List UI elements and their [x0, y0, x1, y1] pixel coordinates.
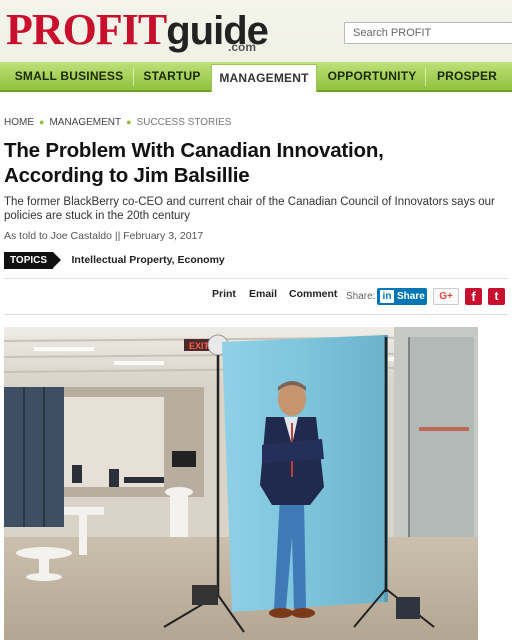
logo-dotcom: .com	[228, 40, 257, 54]
breadcrumb: HOME ● MANAGEMENT ● SUCCESS STORIES	[4, 117, 231, 128]
topics-label: TOPICS	[4, 252, 62, 269]
profitguide-logo[interactable]: PROFITguide .com	[6, 2, 269, 58]
site-header: PROFITguide .com Search PROFIT SMALL BUS…	[0, 0, 512, 92]
linkedin-share-label: Share	[397, 291, 425, 302]
linkedin-share-button[interactable]: in Share	[377, 288, 427, 305]
google-plus-button[interactable]: G+	[433, 288, 459, 305]
topics-links[interactable]: Intellectual Property, Economy	[72, 252, 225, 269]
comment-link[interactable]: Comment	[289, 288, 337, 306]
article-dek: The former BlackBerry co-CEO and current…	[4, 196, 495, 222]
article-title-line: According to Jim Balsillie	[4, 164, 250, 187]
nav-prosper[interactable]: PROSPER	[432, 62, 502, 90]
breadcrumb-success-stories[interactable]: SUCCESS STORIES	[137, 117, 232, 128]
divider	[4, 278, 508, 279]
linkedin-icon: in	[380, 290, 394, 303]
twitter-icon[interactable]: t	[488, 288, 505, 305]
nav-divider	[425, 68, 426, 86]
email-link[interactable]: Email	[249, 288, 277, 306]
nav-opportunity[interactable]: OPPORTUNITY	[325, 62, 419, 90]
breadcrumb-management[interactable]: MANAGEMENT	[49, 117, 121, 128]
article-title-line: The Problem With Canadian Innovation,	[4, 139, 384, 162]
nav-small-business[interactable]: SMALL BUSINESS	[10, 62, 128, 90]
logo-profit: PROFIT	[6, 5, 167, 54]
search-input[interactable]: Search PROFIT	[344, 22, 512, 44]
hero-photo: EXIT	[4, 327, 478, 640]
nav-startup[interactable]: STARTUP	[138, 62, 206, 90]
breadcrumb-home[interactable]: HOME	[4, 117, 34, 128]
facebook-icon[interactable]: f	[465, 288, 482, 305]
breadcrumb-separator: ●	[126, 117, 132, 127]
hero-photo-illustration: EXIT	[4, 327, 478, 640]
article-byline: As told to Joe Castaldo || February 3, 2…	[4, 230, 204, 242]
topics-row: TOPICS Intellectual Property, Economy	[4, 252, 225, 269]
main-nav: SMALL BUSINESS STARTUP MANAGEMENT OPPORT…	[0, 62, 512, 92]
print-link[interactable]: Print	[212, 288, 236, 306]
article-title: The Problem With Canadian Innovation, Ac…	[4, 138, 504, 188]
nav-management[interactable]: MANAGEMENT	[211, 64, 317, 92]
share-label: Share:	[346, 291, 376, 302]
breadcrumb-separator: ●	[39, 117, 45, 127]
exit-sign-text: EXIT	[189, 341, 210, 351]
divider	[4, 314, 508, 315]
nav-divider	[133, 68, 134, 86]
